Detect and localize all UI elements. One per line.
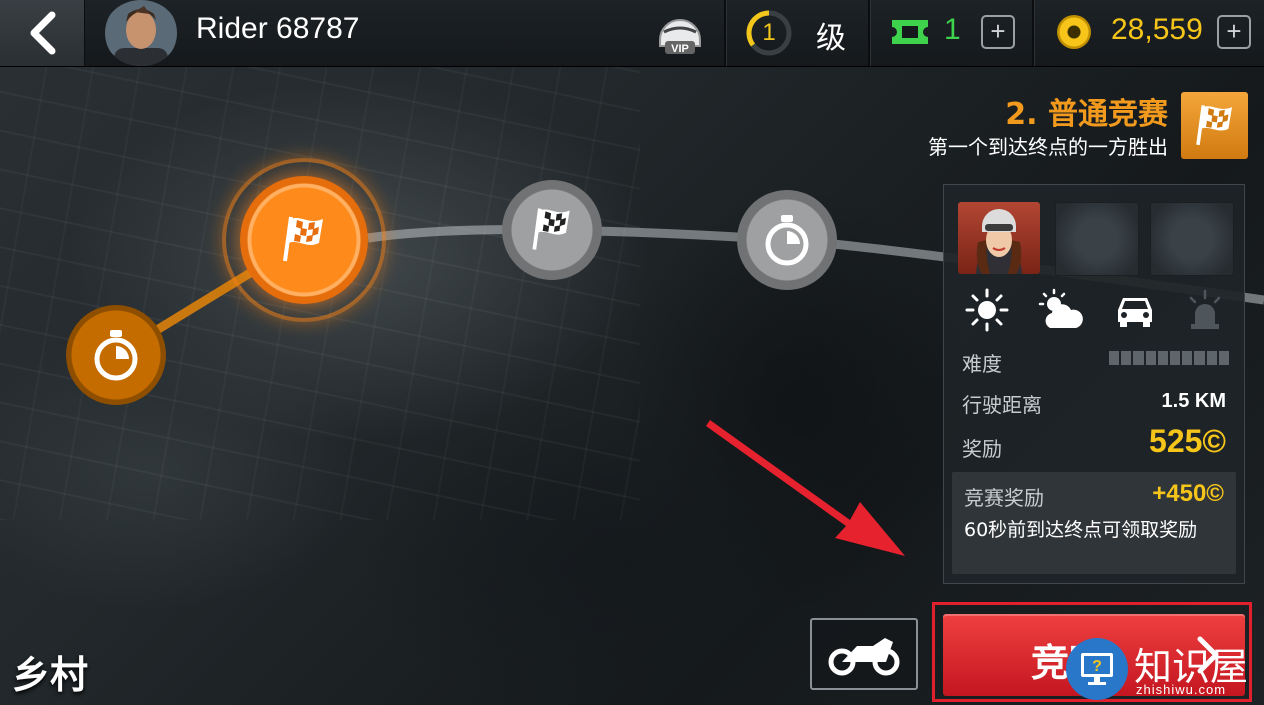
help-monitor-icon: ?: [1081, 653, 1113, 685]
watermark-url: zhishiwu.com: [1136, 682, 1227, 697]
checkered-flag-icon: [532, 208, 570, 250]
difficulty-segment: [1157, 351, 1169, 365]
site-watermark: ? 知识屋 zhishiwu.com: [1066, 634, 1256, 702]
coin-count: 28,559: [1111, 13, 1203, 46]
divider: [724, 0, 727, 66]
reward-label: 奖励: [962, 437, 1002, 461]
vip-label: VIP: [671, 43, 689, 55]
vip-badge[interactable]: VIP: [656, 10, 704, 56]
player-name: Rider 68787: [196, 12, 360, 45]
difficulty-segment: [1133, 351, 1144, 365]
ticket-count: 1: [944, 13, 961, 46]
race-bonus-box: 竞赛奖励 +450© 60秒前到达终点可领取奖励: [952, 472, 1236, 574]
race-type-badge: [1181, 92, 1248, 159]
chevron-left-icon: [30, 11, 56, 55]
race-subtitle: 第一个到达终点的一方胜出: [928, 135, 1168, 159]
bonus-label: 竞赛奖励: [964, 486, 1044, 510]
reward-value: 525©: [1149, 423, 1226, 459]
event-node-race-selected[interactable]: [240, 176, 368, 304]
select-bike-button[interactable]: [810, 618, 918, 690]
difficulty-segment: [1170, 351, 1181, 365]
bonus-description: 60秒前到达终点可领取奖励: [964, 519, 1198, 541]
stopwatch-icon: [94, 330, 138, 381]
checkered-flag-icon: [283, 216, 323, 262]
police-light-icon: [1189, 289, 1221, 329]
level-value: 1: [762, 19, 776, 46]
event-node-race-locked[interactable]: [502, 180, 602, 280]
svg-text:?: ?: [1092, 658, 1102, 675]
event-node-time-trial-completed[interactable]: [66, 305, 166, 405]
watermark-logo: ?: [1066, 638, 1128, 700]
region-name: 乡村: [12, 653, 89, 697]
add-coins-button[interactable]: +: [1217, 15, 1251, 49]
stopwatch-icon: [765, 215, 809, 266]
back-button[interactable]: [0, 0, 85, 66]
event-node-time-trial-locked[interactable]: [737, 190, 837, 290]
difficulty-segment: [1206, 351, 1217, 365]
coin-icon: [1057, 15, 1091, 49]
opponent-slot-empty: [1055, 202, 1139, 276]
add-tickets-button[interactable]: +: [981, 15, 1015, 49]
difficulty-segment: [1218, 351, 1230, 365]
difficulty-segment: [1182, 351, 1193, 365]
level-label: 级: [816, 21, 846, 56]
divider: [868, 0, 871, 66]
avatar: [976, 209, 1022, 274]
divider: [1032, 0, 1035, 66]
sun-icon: [965, 288, 1009, 332]
difficulty-label: 难度: [962, 352, 1002, 376]
distance-label: 行驶距离: [962, 393, 1042, 417]
partly-cloudy-icon: [1038, 288, 1083, 328]
difficulty-segment: [1121, 351, 1132, 365]
race-title: 2. 普通竞赛: [1005, 97, 1168, 132]
distance-value: 1.5 KM: [1161, 390, 1226, 412]
difficulty-segment: [1109, 351, 1120, 365]
vip-helmet-icon: VIP: [659, 19, 701, 55]
tutorial-arrow-icon: [706, 420, 905, 556]
top-bar: Rider 68787 VIP 1 级 1 + 28,559 +: [0, 0, 1264, 67]
car-traffic-icon: [1118, 298, 1152, 327]
checkered-flag-icon: [1195, 104, 1232, 145]
difficulty-segment: [1194, 351, 1205, 365]
race-info-panel: 难度 行驶距离 1.5 KM 奖励 525© 竞赛奖励 +450© 60秒前到达…: [943, 184, 1245, 584]
bonus-value: +450©: [1152, 480, 1224, 507]
ticket-icon: [892, 20, 928, 44]
avatar: [105, 0, 177, 66]
opponent-slot-empty: [1150, 202, 1234, 276]
player-avatar[interactable]: [104, 0, 178, 66]
difficulty-meter: [1109, 351, 1230, 365]
motorcycle-icon: [828, 638, 900, 676]
opponent-portrait[interactable]: [958, 202, 1040, 274]
difficulty-segment: [1145, 351, 1156, 365]
